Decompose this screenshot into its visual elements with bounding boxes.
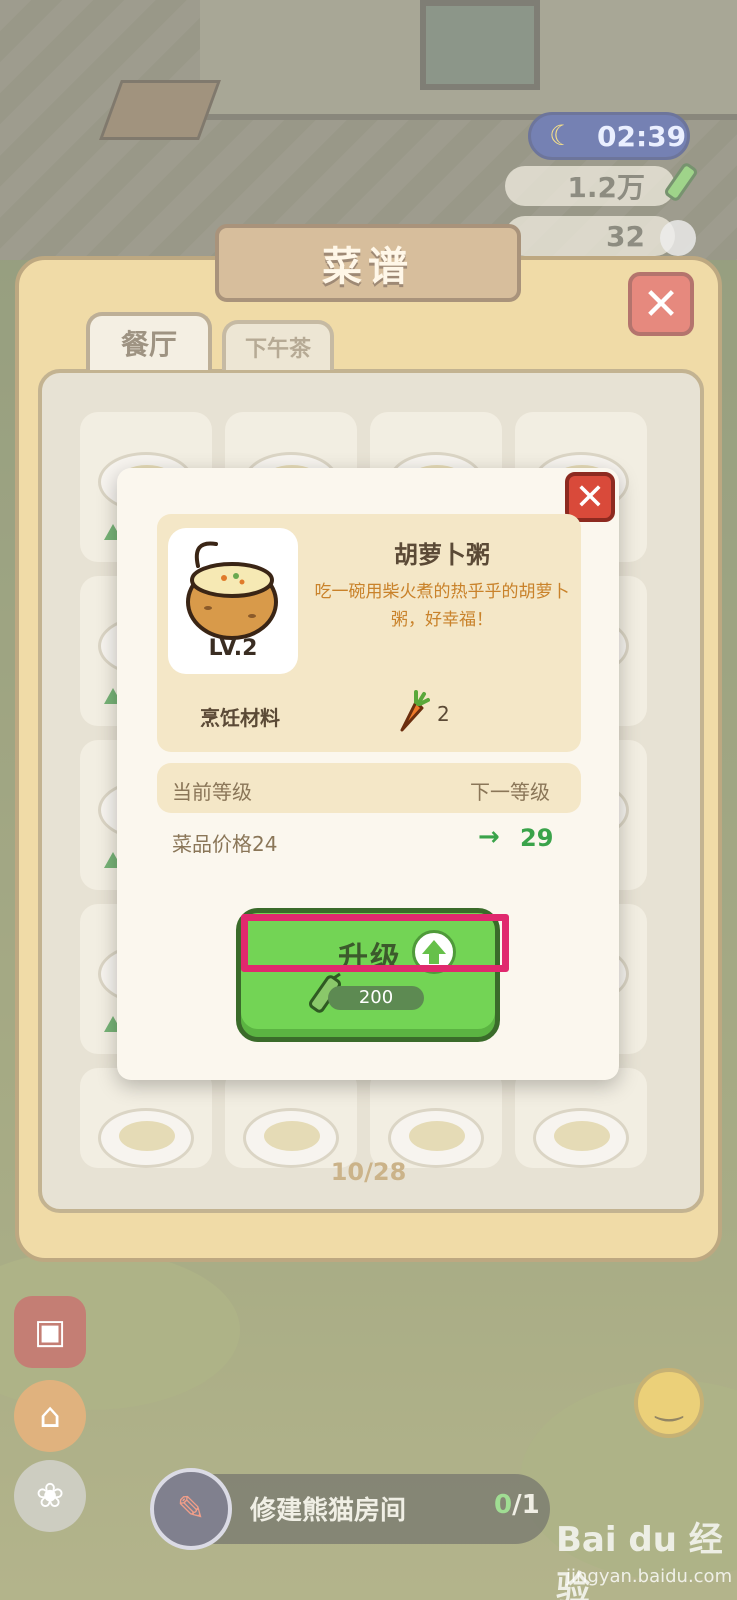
next-price: 29 (520, 824, 554, 852)
next-level-label: 下一等级 (470, 780, 550, 804)
porridge-icon (186, 541, 278, 640)
dish-name: 胡萝卜粥 (394, 541, 490, 569)
dish-description: 吃一碗用柴火煮的热乎乎的胡萝卜粥，好幸福！ (314, 582, 570, 630)
price-label: 菜品价格24 (172, 832, 278, 856)
dish-level: LV.2 (208, 636, 258, 661)
materials-count: 2 (437, 702, 450, 726)
arrow-right-icon: → (478, 822, 500, 852)
carrot-icon (400, 690, 430, 732)
watermark-url: jingyan.baidu.com (566, 1566, 733, 1587)
highlight-box (241, 914, 509, 972)
current-level-label: 当前等级 (172, 780, 252, 804)
upgrade-cost: 200 (328, 986, 424, 1010)
materials-label: 烹饪材料 (200, 706, 280, 730)
